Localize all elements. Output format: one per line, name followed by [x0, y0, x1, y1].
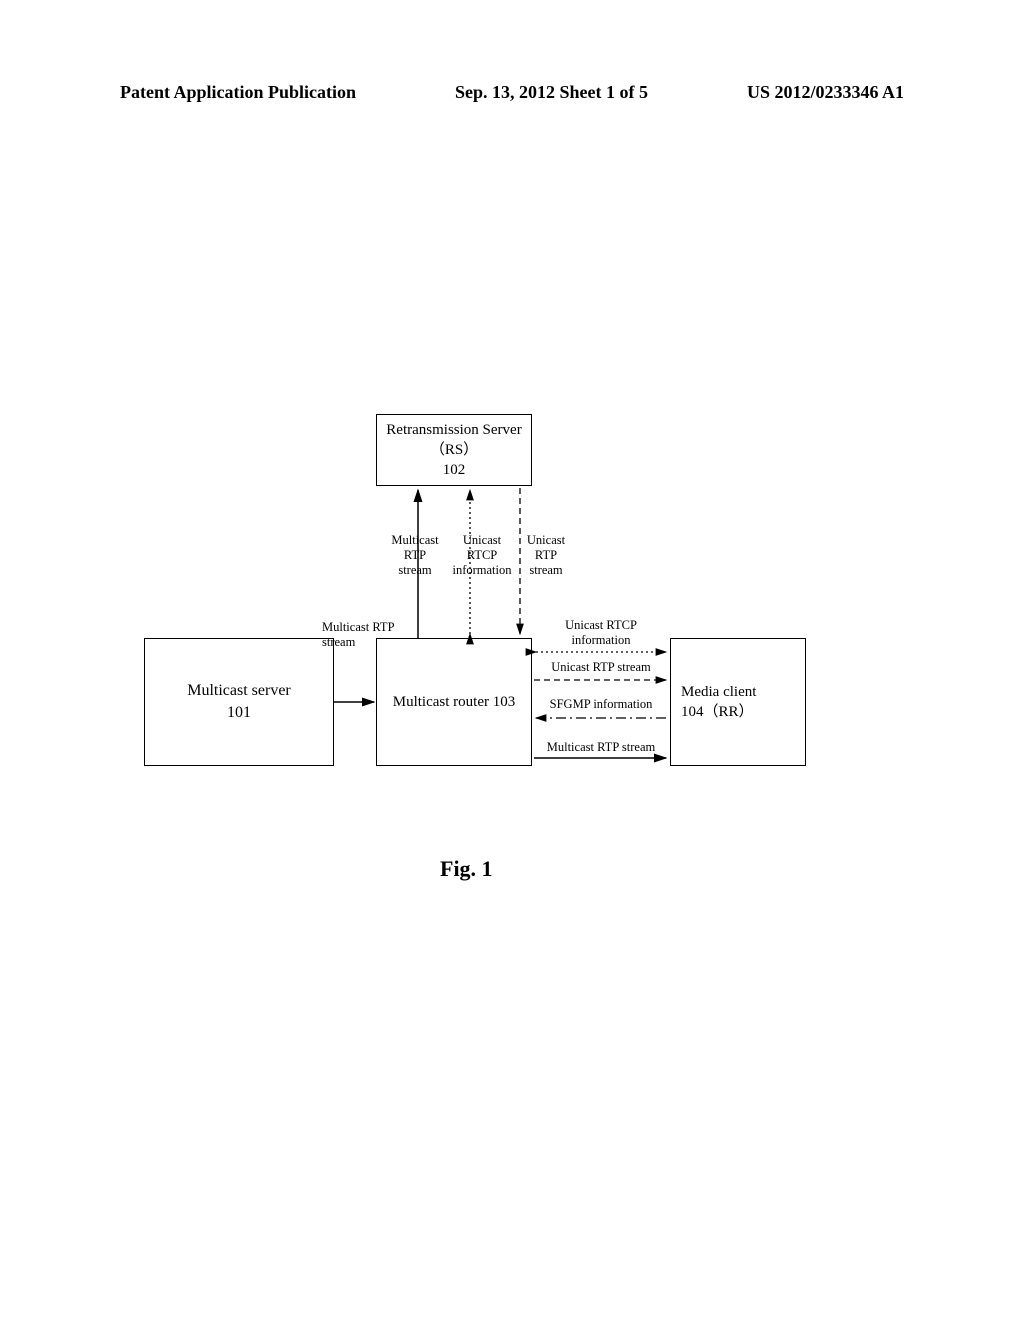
header-center: Sep. 13, 2012 Sheet 1 of 5	[455, 82, 648, 103]
label-right3: SFGMP information	[536, 697, 666, 712]
mc-line1: Media client	[681, 682, 756, 702]
page: Patent Application Publication Sep. 13, …	[0, 0, 1024, 1320]
ms-line1: Multicast server	[187, 680, 291, 702]
rs-line1: Retransmission Server	[386, 420, 521, 440]
label-ms-to-mr: Multicast RTP stream	[322, 620, 432, 650]
label-right4: Multicast RTP stream	[536, 740, 666, 755]
label-rs-right: Unicast RTP stream	[516, 533, 576, 578]
label-right1: Unicast RTCP information	[536, 618, 666, 648]
box-multicast-router: Multicast router 103	[376, 638, 532, 766]
page-header: Patent Application Publication Sep. 13, …	[0, 82, 1024, 103]
box-media-client: Media client 104（RR）	[670, 638, 806, 766]
rs-num: 102	[443, 460, 466, 480]
label-rs-mid: Unicast RTCP information	[444, 533, 520, 578]
mc-line2: 104（RR）	[681, 702, 754, 722]
header-right: US 2012/0233346 A1	[747, 82, 904, 103]
rs-line2: （RS）	[430, 440, 478, 460]
figure-caption: Fig. 1	[440, 856, 493, 882]
box-retransmission-server: Retransmission Server （RS） 102	[376, 414, 532, 486]
ms-num: 101	[227, 702, 251, 724]
box-multicast-server: Multicast server 101	[144, 638, 334, 766]
mr-line1: Multicast router 103	[393, 692, 515, 712]
label-rs-left: Multicast RTP stream	[380, 533, 450, 578]
label-right2: Unicast RTP stream	[536, 660, 666, 675]
header-left: Patent Application Publication	[120, 82, 356, 103]
